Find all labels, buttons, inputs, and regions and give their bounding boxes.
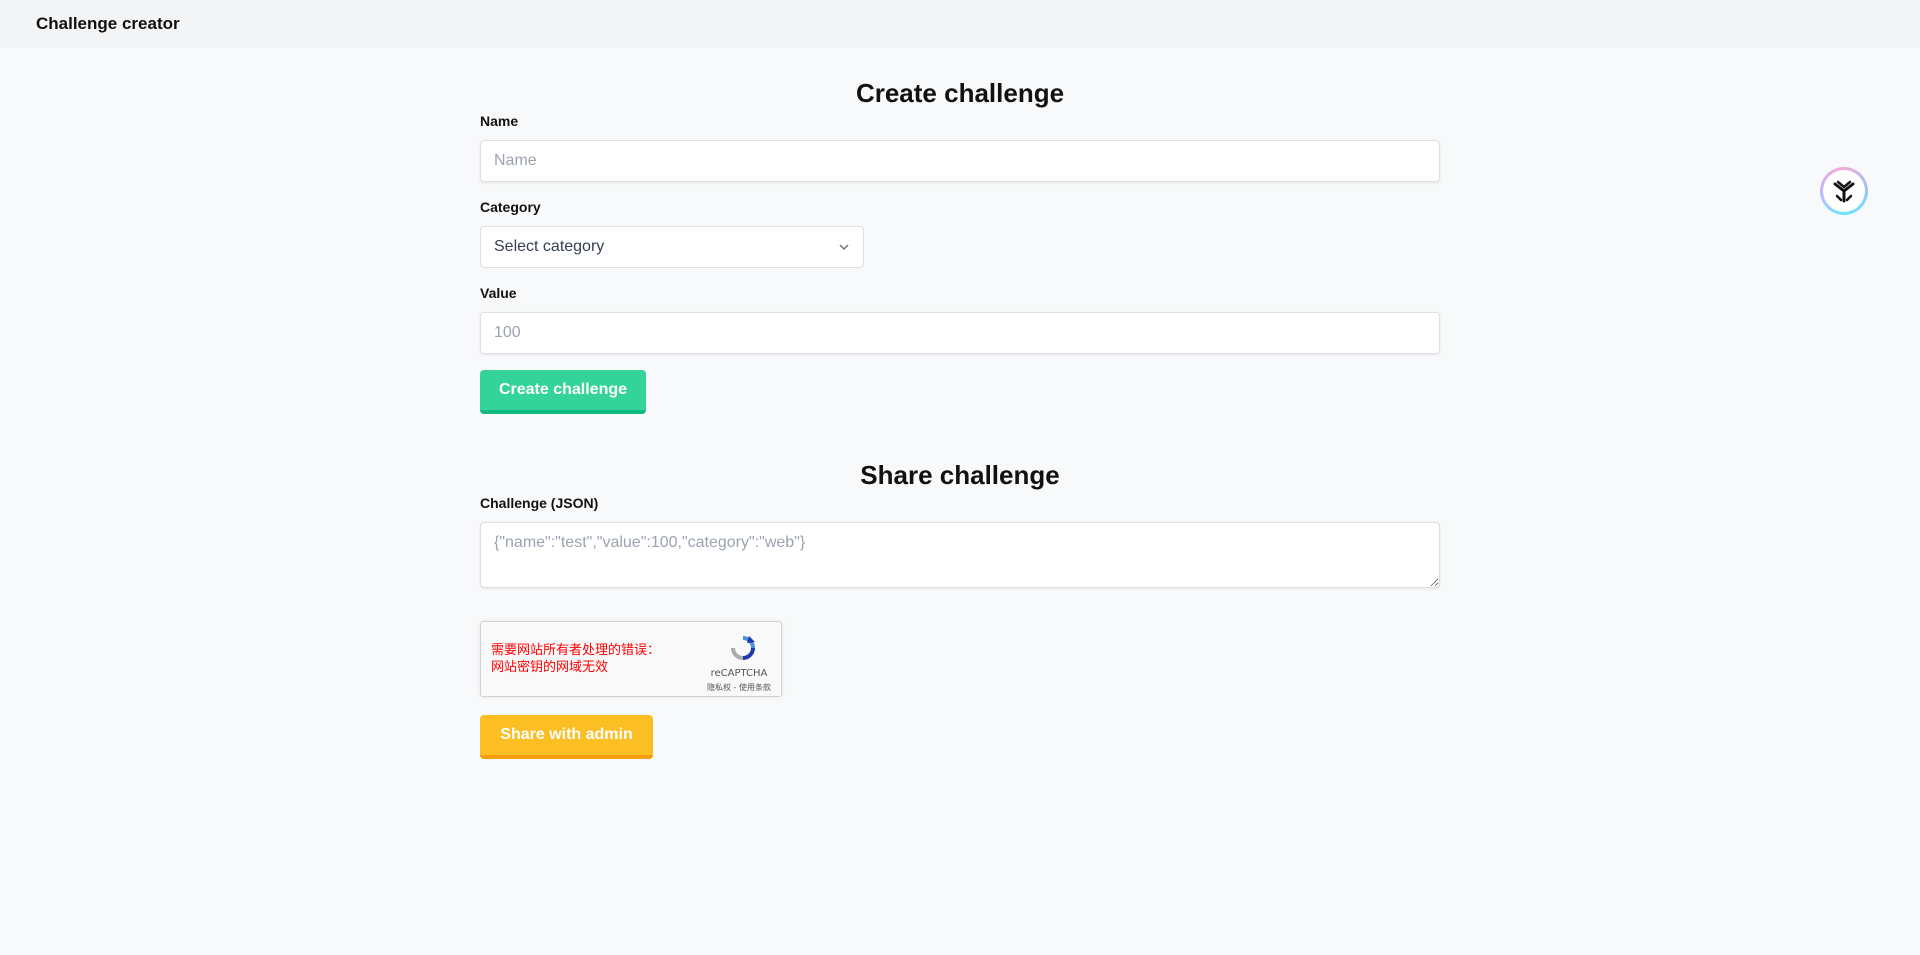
name-label: Name — [480, 113, 519, 129]
challenge-json-label: Challenge (JSON) — [480, 495, 599, 511]
challenge-json-textarea[interactable] — [480, 522, 1440, 588]
assistant-floating-button[interactable] — [1820, 167, 1868, 215]
value-input[interactable] — [480, 312, 1440, 354]
assistant-logo-icon — [1833, 180, 1855, 203]
create-challenge-heading: Create challenge — [855, 78, 1065, 108]
recaptcha-error-line2: 网站密钥的网域无效 — [491, 660, 609, 675]
recaptcha-error-line1: 需要网站所有者处理的错误： — [491, 643, 661, 658]
chevron-down-icon — [839, 244, 849, 251]
recaptcha-error-message: 需要网站所有者处理的错误： 网站密钥的网域无效 — [491, 642, 681, 676]
recaptcha-logo-icon — [731, 636, 755, 660]
app-title[interactable]: Challenge creator — [36, 14, 180, 34]
recaptcha-brand-text: reCAPTCHA — [710, 668, 768, 679]
category-select-value: Select category — [494, 238, 605, 255]
value-label: Value — [480, 285, 517, 301]
recaptcha-links[interactable]: 隐私权 - 使用条款 — [701, 682, 771, 693]
create-challenge-button[interactable]: Create challenge — [480, 370, 646, 414]
category-select[interactable]: Select category — [480, 226, 864, 268]
category-label: Category — [480, 199, 541, 215]
name-input[interactable] — [480, 140, 1440, 182]
share-challenge-heading: Share challenge — [860, 460, 1060, 490]
share-with-admin-button[interactable]: Share with admin — [480, 715, 653, 759]
recaptcha-widget[interactable]: 需要网站所有者处理的错误： 网站密钥的网域无效 reCAPTCHA 隐私权 - … — [480, 621, 782, 697]
top-navbar: Challenge creator — [0, 0, 1920, 48]
